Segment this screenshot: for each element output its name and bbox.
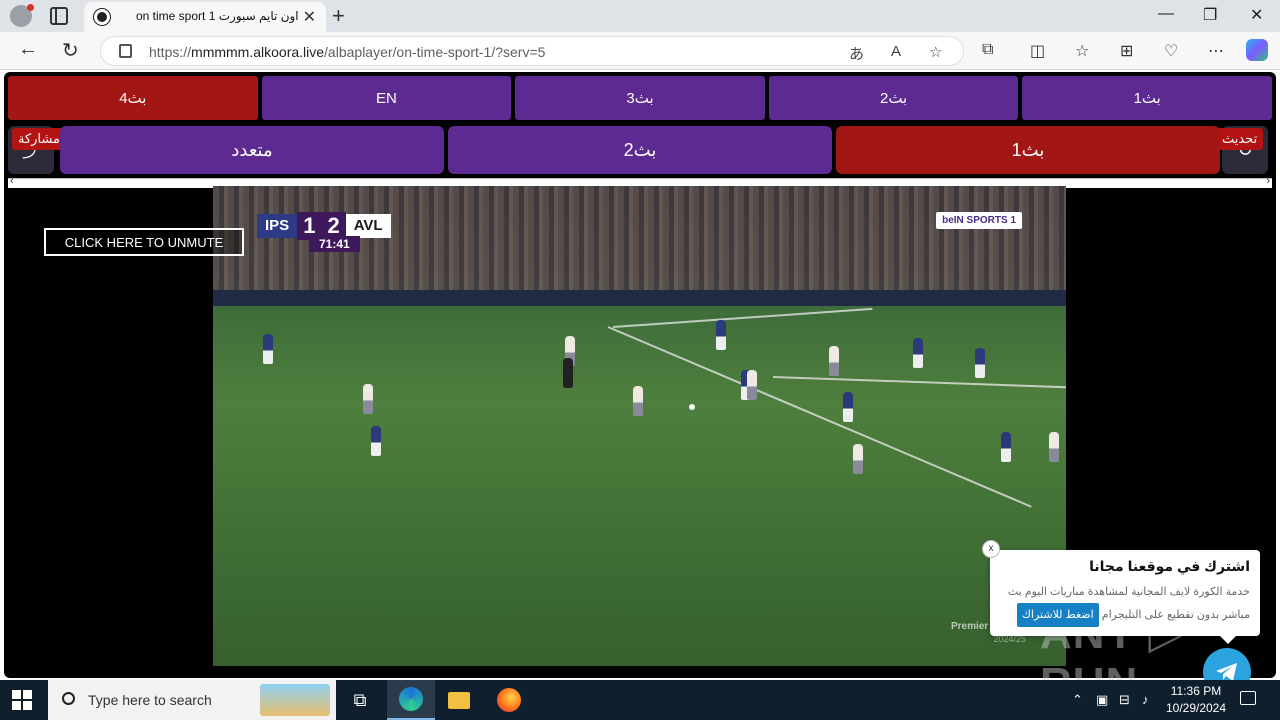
extensions-icon[interactable]: ⧉	[982, 41, 993, 59]
stream-button-multi[interactable]: متعدد	[60, 126, 444, 174]
popup-close-button[interactable]: x	[982, 540, 1000, 558]
player	[913, 338, 923, 368]
task-view-icon[interactable]: ⧉	[336, 680, 384, 720]
translate-icon[interactable]: あ	[849, 43, 864, 64]
ball	[689, 404, 695, 410]
video-player[interactable]: IPS 1 2 AVL 71:41 beIN SPORTS 1 Premier …	[213, 186, 1066, 666]
player	[633, 386, 643, 416]
url-scheme: https://	[149, 44, 192, 60]
server-button-2[interactable]: بث2	[768, 76, 1019, 120]
tray-device-icon[interactable]: ▣	[1096, 692, 1108, 708]
folder-icon	[448, 691, 470, 709]
player	[1001, 432, 1011, 462]
subscribe-button[interactable]: اضغط للاشتراك	[1016, 603, 1099, 627]
main-stream-row: بث1 بث2 متعدد	[60, 126, 1220, 174]
taskbar-file-explorer[interactable]	[435, 680, 483, 720]
search-placeholder: Type here to search	[88, 692, 212, 708]
maximize-button[interactable]: ❐	[1203, 5, 1217, 25]
player	[975, 348, 985, 378]
clock-time: 11:36 PM	[1170, 684, 1222, 698]
player	[829, 346, 839, 376]
popup-text: خدمة الكورة لايف المجانية لمشاهدة مباريا…	[1000, 581, 1250, 627]
popup-title: اشترك في موقعنا مجانا	[1089, 558, 1250, 574]
refresh-label[interactable]: تحديث	[1216, 128, 1264, 150]
address-bar[interactable]: https://mmmmm.alkoora.live/albaplayer/on…	[100, 36, 964, 66]
browser-essentials-icon[interactable]: ♡	[1164, 41, 1178, 61]
tab-actions-icon[interactable]	[50, 7, 68, 25]
network-icon[interactable]: ⊟	[1119, 692, 1130, 708]
edge-icon	[399, 687, 423, 711]
player	[843, 392, 853, 422]
stream-button-1[interactable]: بث1	[836, 126, 1220, 174]
away-team: AVL	[345, 214, 391, 238]
page: بث1 بث2 بث3 EN بث4 ↻ تحديث ⤴ مشاركة بث1 …	[0, 70, 1280, 708]
pitch-line	[607, 326, 1032, 508]
server-button-3[interactable]: بث3	[515, 76, 765, 120]
refresh-icon[interactable]: ↻	[62, 38, 79, 63]
search-highlight-image	[260, 684, 330, 716]
channel-logo: beIN SPORTS 1	[936, 212, 1022, 229]
split-screen-icon[interactable]: ◫	[1030, 41, 1045, 61]
taskbar-edge[interactable]	[387, 680, 435, 720]
clock-date: 10/29/2024	[1165, 701, 1227, 715]
navigation-bar: ← ↻ https://mmmmm.alkoora.live/albaplaye…	[0, 32, 1280, 70]
new-tab-button[interactable]: +	[332, 3, 345, 29]
unmute-button[interactable]: CLICK HERE TO UNMUTE	[44, 228, 244, 256]
tray-chevron-icon[interactable]: ⌃	[1072, 692, 1083, 708]
server-button-en[interactable]: EN	[261, 76, 512, 120]
browser-tab-strip: اون تايم سبورت 1 on time sport ✕ + — ❐ ✕	[0, 0, 1280, 32]
browser-tab[interactable]: اون تايم سبورت 1 on time sport ✕	[84, 2, 326, 32]
pitch-line	[772, 376, 1066, 389]
stream-button-2[interactable]: بث2	[448, 126, 832, 174]
tab-title: اون تايم سبورت 1 on time sport	[136, 9, 299, 23]
close-window-button[interactable]: ✕	[1250, 5, 1263, 25]
taskbar: Type here to search ⧉ ⌃ ▣ ⊟ ♪ 11:36 PM 1…	[0, 680, 1280, 720]
copilot-icon[interactable]	[1246, 39, 1268, 61]
player	[716, 320, 726, 350]
popup-text-line-2: مباشر بدون تقطيع على التليجرام	[1101, 609, 1250, 621]
soccer-ball-icon	[94, 9, 110, 25]
player	[1049, 432, 1059, 462]
telegram-icon	[1216, 663, 1237, 681]
collections-icon[interactable]: ⊞	[1120, 41, 1133, 61]
popup-text-line-1: خدمة الكورة لايف المجانية لمشاهدة مباريا…	[1007, 586, 1250, 598]
favorite-star-icon[interactable]: ☆	[929, 43, 942, 61]
taskbar-search[interactable]: Type here to search	[48, 680, 336, 720]
taskbar-firefox[interactable]	[485, 680, 533, 720]
pitch-line	[612, 307, 873, 328]
url-text: https://mmmmm.alkoora.live/albaplayer/on…	[149, 44, 545, 60]
back-icon[interactable]: ←	[18, 38, 38, 61]
player	[363, 384, 373, 414]
server-button-4[interactable]: بث4	[8, 76, 258, 120]
minimize-button[interactable]: —	[1158, 5, 1174, 23]
more-menu-icon[interactable]: ⋯	[1208, 41, 1224, 61]
url-path: /albaplayer/on-time-sport-1/?serv=5	[324, 44, 546, 60]
lock-icon[interactable]	[119, 44, 132, 58]
home-team: IPS	[257, 214, 298, 238]
read-aloud-icon[interactable]: A	[891, 43, 901, 60]
share-label[interactable]: مشاركة	[12, 128, 66, 150]
server-button-1[interactable]: بث1	[1022, 76, 1272, 120]
referee	[563, 358, 573, 388]
player	[747, 370, 757, 400]
volume-icon[interactable]: ♪	[1142, 692, 1149, 707]
url-host: mmmmm.alkoora.live	[191, 44, 325, 60]
firefox-icon	[497, 688, 521, 712]
notification-icon[interactable]	[1240, 691, 1256, 705]
player	[263, 334, 273, 364]
advertising-boards	[213, 290, 1066, 306]
player	[371, 426, 381, 456]
favorites-icon[interactable]: ☆	[1075, 41, 1089, 61]
server-row: بث1 بث2 بث3 EN بث4	[8, 76, 1272, 120]
search-icon	[62, 692, 75, 705]
windows-start-icon[interactable]	[12, 690, 32, 710]
scorebug: IPS 1 2 AVL	[257, 212, 391, 240]
telegram-subscribe-popup: اشترك في موقعنا مجانا خدمة الكورة لايف ا…	[990, 550, 1260, 644]
profile-icon[interactable]	[10, 4, 34, 27]
match-clock: 71:41	[309, 236, 360, 252]
player	[853, 444, 863, 474]
system-clock[interactable]: 11:36 PM 10/29/2024	[1156, 683, 1236, 717]
tab-close-button[interactable]: ✕	[303, 7, 316, 27]
